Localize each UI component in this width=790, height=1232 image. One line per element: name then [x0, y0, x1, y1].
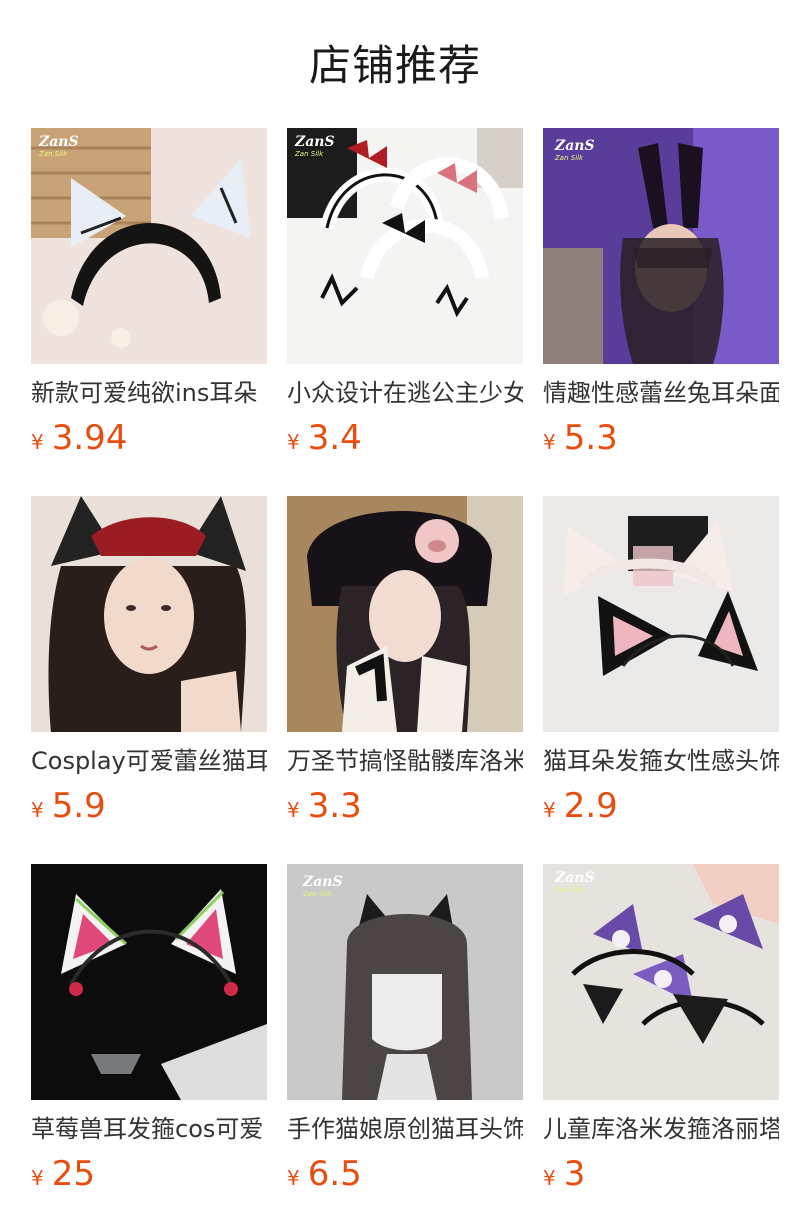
product-image[interactable]: ZanS Zan Silk: [543, 128, 779, 364]
product-price: ¥3: [543, 1154, 585, 1194]
currency-symbol: ¥: [543, 798, 556, 822]
price-value: 6.5: [307, 1154, 362, 1194]
price-value: 3.4: [307, 418, 362, 458]
currency-symbol: ¥: [31, 1166, 44, 1190]
currency-symbol: ¥: [287, 798, 300, 822]
price-value: 3.3: [307, 786, 362, 826]
price-value: 2.9: [563, 786, 618, 826]
product-image[interactable]: ZanS Zan Silk: [543, 864, 779, 1100]
currency-symbol: ¥: [287, 430, 300, 454]
product-price: ¥5.9: [31, 786, 106, 826]
product-price: ¥2.9: [543, 786, 618, 826]
product-price: ¥5.3: [543, 418, 618, 458]
watermark-text: Zan Silk: [554, 886, 584, 894]
watermark-logo: ZanS: [554, 138, 595, 154]
product-name[interactable]: 新款可爱纯欲ins耳朵: [31, 376, 267, 410]
price-value: 3: [563, 1154, 586, 1194]
product-image[interactable]: [543, 496, 779, 732]
watermark-logo: ZanS: [554, 870, 595, 886]
product-image[interactable]: ZanS Zan Silk: [287, 128, 523, 364]
product-name[interactable]: 万圣节搞怪骷髅库洛米: [287, 744, 523, 778]
product-name[interactable]: 猫耳朵发箍女性感头饰: [543, 744, 779, 778]
price-value: 5.3: [563, 418, 618, 458]
product-name[interactable]: 小众设计在逃公主少女: [287, 376, 523, 410]
watermark-text: Zan Silk: [38, 150, 68, 158]
section-title: 店铺推荐: [308, 41, 481, 90]
watermark-logo: ZanS: [38, 134, 79, 150]
product-name[interactable]: Cosplay可爱蕾丝猫耳: [31, 744, 267, 778]
watermark-logo: ZanS: [294, 134, 335, 150]
currency-symbol: ¥: [543, 430, 556, 454]
currency-symbol: ¥: [31, 430, 44, 454]
watermark-logo: ZanS: [302, 874, 343, 890]
product-image[interactable]: [287, 496, 523, 732]
product-card[interactable]: ZanS Zan Silk 儿童库洛米发箍洛丽塔 ¥3: [543, 864, 779, 1204]
product-image[interactable]: [31, 496, 267, 732]
product-image[interactable]: ZanS Zan Silk: [287, 864, 523, 1100]
currency-symbol: ¥: [287, 1166, 300, 1190]
product-price: ¥3.94: [31, 418, 127, 458]
product-image[interactable]: [31, 864, 267, 1100]
product-card[interactable]: ZanS Zan Silk 手作猫娘原创猫耳头饰 ¥6.5: [287, 864, 523, 1204]
product-card[interactable]: 草莓兽耳发箍cos可爱 ¥25: [31, 864, 267, 1204]
product-card[interactable]: Cosplay可爱蕾丝猫耳 ¥5.9: [31, 496, 267, 836]
currency-symbol: ¥: [543, 1166, 556, 1190]
product-card[interactable]: ZanS Zan Silk 新款可爱纯欲ins耳朵 ¥3.94: [31, 128, 267, 468]
product-name[interactable]: 情趣性感蕾丝兔耳朵面: [543, 376, 779, 410]
product-image[interactable]: ZanS Zan Silk: [31, 128, 267, 364]
product-card[interactable]: 猫耳朵发箍女性感头饰 ¥2.9: [543, 496, 779, 836]
watermark-text: Zan Silk: [302, 890, 332, 898]
watermark-text: Zan Silk: [294, 150, 324, 158]
product-price: ¥3.3: [287, 786, 362, 826]
product-price: ¥6.5: [287, 1154, 362, 1194]
product-price: ¥25: [31, 1154, 95, 1194]
product-name[interactable]: 儿童库洛米发箍洛丽塔: [543, 1112, 779, 1146]
price-value: 3.94: [51, 418, 128, 458]
product-card[interactable]: ZanS Zan Silk 情趣性感蕾丝兔耳朵面 ¥5.3: [543, 128, 779, 468]
product-price: ¥3.4: [287, 418, 362, 458]
price-value: 5.9: [51, 786, 106, 826]
price-value: 25: [51, 1154, 95, 1194]
product-card[interactable]: 万圣节搞怪骷髅库洛米 ¥3.3: [287, 496, 523, 836]
product-name[interactable]: 草莓兽耳发箍cos可爱: [31, 1112, 267, 1146]
product-card[interactable]: ZanS Zan Silk 小众设计在逃公主少女 ¥3.4: [287, 128, 523, 468]
product-name[interactable]: 手作猫娘原创猫耳头饰: [287, 1112, 523, 1146]
currency-symbol: ¥: [31, 798, 44, 822]
watermark-text: Zan Silk: [554, 154, 584, 162]
